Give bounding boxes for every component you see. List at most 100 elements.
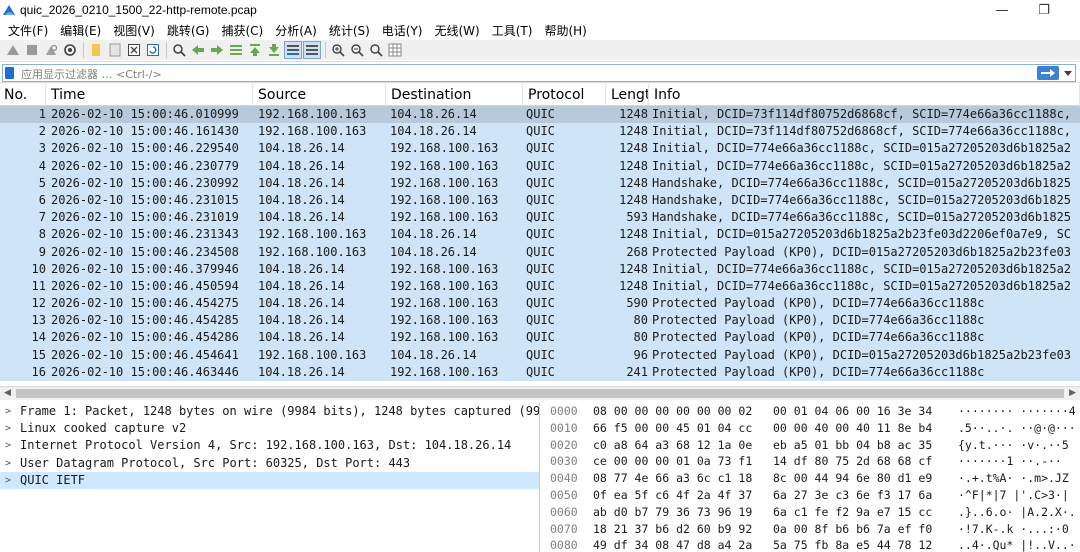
- colorize-button[interactable]: [303, 41, 321, 59]
- bookmark-icon[interactable]: [5, 67, 14, 79]
- apply-filter-button[interactable]: [1037, 66, 1059, 80]
- go-first-button[interactable]: [246, 41, 264, 59]
- cell-info: Protected Payload (KP0), DCID=015a272052…: [652, 347, 1072, 362]
- detail-tree-item[interactable]: > Frame 1: Packet, 1248 bytes on wire (99…: [0, 403, 539, 420]
- packet-row[interactable]: 10 2026-02-10 15:00:46.379946 104.18.26.14…: [0, 260, 1080, 278]
- byte-ascii: .5··..·. ··@·@···: [958, 420, 1076, 435]
- column-header-info[interactable]: Info: [650, 84, 1080, 106]
- byte-row[interactable]: 0040 08 77 4e 66 a3 6c c1 18 8c 00 44 94 …: [544, 470, 1080, 487]
- go-to-packet-button[interactable]: [227, 41, 245, 59]
- packet-list-hscrollbar[interactable]: ◀ ▶: [0, 386, 1080, 400]
- expand-arrow-icon[interactable]: >: [5, 437, 11, 454]
- packet-row[interactable]: 15 2026-02-10 15:00:46.454641 192.168.100.…: [0, 346, 1080, 364]
- packet-row[interactable]: 16 2026-02-10 15:00:46.463446 104.18.26.14…: [0, 363, 1080, 381]
- restore-button[interactable]: ❐: [1022, 0, 1066, 20]
- packet-row[interactable]: 6 2026-02-10 15:00:46.231015 104.18.26.14 1…: [0, 191, 1080, 210]
- packet-row[interactable]: 9 2026-02-10 15:00:46.234508 192.168.100.1…: [0, 243, 1080, 261]
- cell-protocol: QUIC: [526, 141, 555, 156]
- cell-info: Initial, DCID=73f114df80752d6868cf, SCID…: [652, 107, 1072, 121]
- expand-arrow-icon[interactable]: >: [5, 420, 11, 437]
- cell-info: Protected Payload (KP0), DCID=774e66a36c…: [652, 330, 985, 345]
- detail-tree-item[interactable]: > User Datagram Protocol, Src Port: 60325…: [0, 455, 539, 472]
- menu-go[interactable]: 跳转(G): [161, 22, 216, 39]
- cell-no: 2: [38, 124, 46, 139]
- cell-destination: 192.168.100.163: [390, 192, 499, 207]
- menu-analyze[interactable]: 分析(A): [269, 22, 323, 39]
- detail-tree-item[interactable]: > Linux cooked capture v2: [0, 420, 539, 437]
- go-last-button[interactable]: [265, 41, 283, 59]
- scroll-left-icon[interactable]: ◀: [4, 388, 11, 398]
- byte-row[interactable]: 0010 66 f5 00 00 45 01 04 cc 00 00 40 00 …: [544, 420, 1080, 437]
- hscroll-thumb[interactable]: [16, 389, 1064, 398]
- cell-source: 104.18.26.14: [258, 192, 345, 207]
- column-header-length[interactable]: Lengt: [607, 84, 649, 106]
- packet-row[interactable]: 3 2026-02-10 15:00:46.229540 104.18.26.14 1…: [0, 140, 1080, 158]
- packet-row[interactable]: 4 2026-02-10 15:00:46.230779 104.18.26.14 1…: [0, 157, 1080, 175]
- cell-info: Protected Payload (KP0), DCID=774e66a36c…: [652, 296, 985, 311]
- byte-row[interactable]: 0070 18 21 37 b6 d2 60 b9 92 0a 00 8f b6 …: [544, 521, 1080, 538]
- byte-ascii: ·.+.t%A· ·.m>.JZ: [958, 471, 1069, 486]
- chevron-down-icon[interactable]: [1064, 69, 1072, 77]
- packet-row[interactable]: 2 2026-02-10 15:00:46.161430 192.168.100.1…: [0, 123, 1080, 141]
- menu-edit[interactable]: 编辑(E): [54, 22, 107, 39]
- zoom-normal-button[interactable]: [367, 41, 385, 59]
- byte-row[interactable]: 0030 ce 00 00 00 01 0a 73 f1 14 df 80 75 …: [544, 453, 1080, 470]
- byte-row[interactable]: 0060 ab d0 b7 79 36 73 96 19 6a c1 fe f2 …: [544, 504, 1080, 521]
- packet-row[interactable]: 1 2026-02-10 15:00:46.010999 192.168.100.1…: [0, 106, 1080, 124]
- column-header-destination[interactable]: Destination: [387, 84, 523, 106]
- resize-columns-button[interactable]: [386, 41, 404, 59]
- reload-file-button[interactable]: [144, 41, 162, 59]
- restart-capture-button[interactable]: [42, 41, 60, 59]
- scroll-right-icon[interactable]: ▶: [1069, 388, 1076, 398]
- go-to-packet-icon: [230, 45, 242, 55]
- byte-row[interactable]: 0020 c0 a8 64 a3 68 12 1a 0e eb a5 01 bb …: [544, 437, 1080, 454]
- menu-wireless[interactable]: 无线(W): [429, 22, 486, 39]
- packet-row[interactable]: 5 2026-02-10 15:00:46.230992 104.18.26.14 1…: [0, 174, 1080, 192]
- packet-row[interactable]: 7 2026-02-10 15:00:46.231019 104.18.26.14 1…: [0, 209, 1080, 227]
- start-capture-button[interactable]: [4, 41, 22, 59]
- menu-tools[interactable]: 工具(T): [486, 22, 539, 39]
- zoom-in-button[interactable]: [329, 41, 347, 59]
- go-back-button[interactable]: [189, 41, 207, 59]
- byte-row[interactable]: 0080 49 df 34 08 47 d8 a4 2a 5a 75 fb 8a …: [544, 537, 1080, 552]
- column-header-source[interactable]: Source: [254, 84, 386, 106]
- save-file-button[interactable]: [106, 41, 124, 59]
- column-header-time[interactable]: Time: [47, 84, 253, 106]
- menu-capture[interactable]: 捕获(C): [215, 22, 269, 39]
- menu-telephony[interactable]: 电话(Y): [376, 22, 429, 39]
- byte-hex: 0f ea 5f c6 4f 2a 4f 37 6a 27 3e c3 6e f…: [593, 487, 933, 502]
- find-packet-button[interactable]: [170, 41, 188, 59]
- column-header-no[interactable]: No.: [0, 84, 46, 106]
- column-header-protocol[interactable]: Protocol: [524, 84, 606, 106]
- cell-length: 1248: [619, 227, 648, 242]
- autoscroll-button[interactable]: [284, 41, 302, 59]
- display-filter-input[interactable]: 应用显示过滤器 … <Ctrl-/>: [2, 64, 1076, 82]
- packet-row[interactable]: 8 2026-02-10 15:00:46.231343 192.168.100.1…: [0, 226, 1080, 244]
- restart-capture-icon: [46, 44, 58, 55]
- byte-row[interactable]: 0050 0f ea 5f c6 4f 2a 4f 37 6a 27 3e c3 …: [544, 487, 1080, 504]
- minimize-button[interactable]: —: [980, 0, 1024, 20]
- packet-row[interactable]: 14 2026-02-10 15:00:46.454286 104.18.26.14…: [0, 329, 1080, 347]
- detail-tree-item[interactable]: > Internet Protocol Version 4, Src: 192.1…: [0, 437, 539, 454]
- close-file-button[interactable]: [125, 41, 143, 59]
- expand-arrow-icon[interactable]: >: [5, 472, 11, 489]
- capture-options-button[interactable]: [61, 41, 79, 59]
- menu-statistics[interactable]: 统计(S): [323, 22, 376, 39]
- menu-file[interactable]: 文件(F): [2, 22, 54, 39]
- stop-capture-button[interactable]: [23, 41, 41, 59]
- zoom-out-button[interactable]: [348, 41, 366, 59]
- cell-destination: 192.168.100.163: [390, 175, 499, 190]
- detail-tree-item[interactable]: > QUIC IETF: [0, 471, 539, 489]
- menu-view[interactable]: 视图(V): [107, 22, 161, 39]
- open-file-button[interactable]: [87, 41, 105, 59]
- packet-row[interactable]: 11 2026-02-10 15:00:46.450594 104.18.26.14…: [0, 277, 1080, 296]
- expand-arrow-icon[interactable]: >: [5, 403, 11, 420]
- go-forward-button[interactable]: [208, 41, 226, 59]
- colorize-icon: [306, 45, 318, 55]
- packet-row[interactable]: 12 2026-02-10 15:00:46.454275 104.18.26.14…: [0, 295, 1080, 313]
- byte-row[interactable]: 0000 08 00 00 00 00 00 00 02 00 01 04 06 …: [544, 403, 1080, 420]
- expand-arrow-icon[interactable]: >: [5, 455, 11, 472]
- packet-row[interactable]: 13 2026-02-10 15:00:46.454285 104.18.26.14…: [0, 312, 1080, 330]
- packet-list: No. Time Source Destination Protocol Len…: [0, 84, 1080, 386]
- menu-help[interactable]: 帮助(H): [538, 22, 592, 39]
